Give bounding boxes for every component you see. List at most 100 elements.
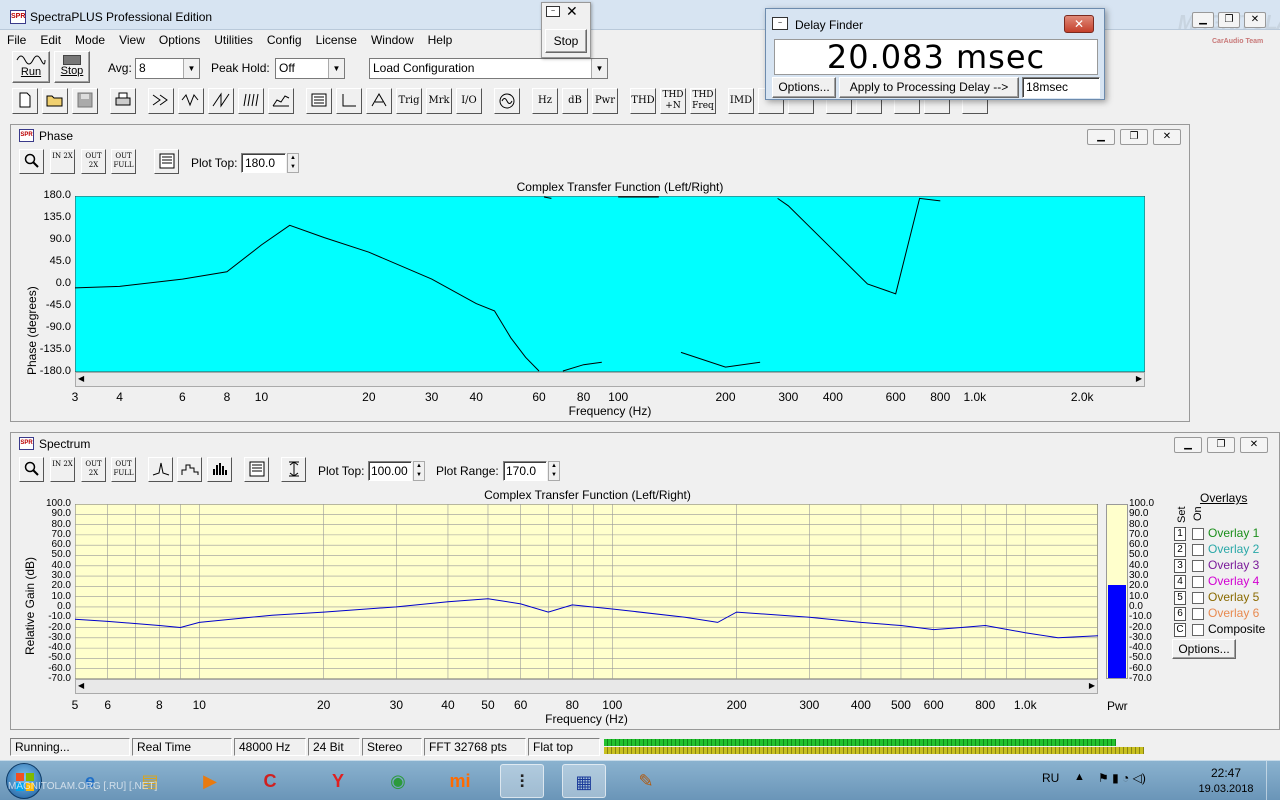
load-configuration-select[interactable]: Load Configuration ▼ [369,58,608,79]
close-button[interactable]: ✕ [1244,12,1266,28]
spectrum-minimize-button[interactable]: ▁ [1174,437,1202,453]
mi-icon[interactable]: mi [438,764,482,798]
chrome-icon[interactable]: ◉ [376,764,420,798]
language-indicator[interactable]: RU [1042,771,1059,785]
overlay-checkbox[interactable] [1192,528,1204,540]
overlay-set-button[interactable]: 2 [1174,543,1186,557]
delay-options-button[interactable]: Options... [772,77,836,98]
menu-config[interactable]: Config [260,30,309,50]
overlay-checkbox[interactable] [1192,544,1204,556]
plot-range-spinner[interactable]: ▲ ▼ [548,461,560,481]
yandex-icon[interactable]: Y [316,764,360,798]
overlay-set-button[interactable]: 3 [1174,559,1186,573]
io-button[interactable]: I/O [456,88,482,114]
apply-delay-button[interactable]: Apply to Processing Delay --> [839,77,1019,98]
overlay-checkbox[interactable] [1192,608,1204,620]
ramp-button[interactable] [208,88,234,114]
hz-button[interactable]: Hz [532,88,558,114]
delay-field[interactable]: 18msec [1022,77,1100,98]
thd-freq-button[interactable]: THD Freq [690,88,716,114]
maximize-button[interactable]: ❐ [1218,12,1240,28]
menu-window[interactable]: Window [364,30,421,50]
spectrum-zoom-full-button[interactable]: OUT FULL [111,457,136,482]
spectrum-plot-top-input[interactable]: 100.00 [368,461,412,481]
show-desktop-button[interactable] [1266,761,1280,800]
pwr-button[interactable]: Pwr [592,88,618,114]
config-button[interactable] [306,88,332,114]
close-icon[interactable]: ✕ [566,3,578,20]
mrk-button[interactable]: Mrk [426,88,452,114]
db-button[interactable]: dB [562,88,588,114]
waterfall-button[interactable] [238,88,264,114]
open-folder-button[interactable] [42,88,68,114]
overlay-set-button[interactable]: 4 [1174,575,1186,589]
step-mode-button[interactable] [177,457,202,482]
run-button[interactable]: Run [12,51,50,83]
scroll-left-icon[interactable]: ◀ [78,681,84,690]
thd-button[interactable]: THD [630,88,656,114]
spectrum-zoom-button[interactable] [19,457,44,482]
scroll-right-icon[interactable]: ▶ [1136,374,1142,383]
menu-file[interactable]: File [0,30,33,50]
menu-view[interactable]: View [112,30,152,50]
overlay-set-button[interactable]: 5 [1174,591,1186,605]
phase-plot-area[interactable] [75,196,1145,372]
overlay-checkbox[interactable] [1192,576,1204,588]
close-button[interactable]: ✕ [1064,15,1094,33]
mixer-icon[interactable]: ⫶ [500,764,544,798]
scroll-left-icon[interactable]: ◀ [78,374,84,383]
overlay-checkbox[interactable] [1192,560,1204,572]
tray-icons[interactable]: ⚑ ▮ ◔ ◁) [1098,771,1146,785]
fast-forward-button[interactable] [148,88,174,114]
phase-zoom-button[interactable] [19,149,44,174]
media-player-icon[interactable]: ▶ [188,764,232,798]
phase-scrollbar[interactable]: ◀ ▶ [75,372,1145,387]
spectrogram-button[interactable] [268,88,294,114]
phase-close-button[interactable]: ✕ [1153,129,1181,145]
clock-time[interactable]: 22:47 [1196,766,1256,780]
spectrum-zoom-in-button[interactable]: IN 2X [50,457,75,482]
scroll-right-icon[interactable]: ▶ [1089,681,1095,690]
print-button[interactable] [110,88,136,114]
phase-minimize-button[interactable]: ▁ [1087,129,1115,145]
phase-plot-top-input[interactable]: 180.0 [241,153,286,173]
line-mode-button[interactable] [148,457,173,482]
overlay-options-button[interactable]: Options... [1172,639,1236,659]
scale-button[interactable] [281,457,306,482]
phase-plot-top-spinner[interactable]: ▲ ▼ [287,153,299,173]
tray-expand-icon[interactable]: ▲ [1074,771,1085,783]
overlay-checkbox[interactable] [1192,624,1204,636]
wave-edit-button[interactable] [178,88,204,114]
overlay-set-button[interactable]: 1 [1174,527,1186,541]
spectrum-maximize-button[interactable]: ❐ [1207,437,1235,453]
ccleaner-icon[interactable]: C [248,764,292,798]
peak-hold-select[interactable]: Off ▼ [275,58,345,79]
phase-zoom-in-button[interactable]: IN 2X [50,149,75,174]
phase-maximize-button[interactable]: ❐ [1120,129,1148,145]
imd-button[interactable]: IMD [728,88,754,114]
overlay-set-button[interactable]: 6 [1174,607,1186,621]
spectrum-plot-top-spinner[interactable]: ▲ ▼ [413,461,425,481]
spectrum-config-button[interactable] [244,457,269,482]
phase-zoom-out-button[interactable]: OUT 2X [81,149,106,174]
spectrum-scrollbar[interactable]: ◀ ▶ [75,679,1098,694]
spectrum-plot-area[interactable] [75,504,1098,679]
phase-config-button[interactable] [154,149,179,174]
overlay-set-button[interactable]: C [1174,623,1186,637]
generator-button[interactable] [494,88,520,114]
calibration-button[interactable] [366,88,392,114]
scale-button[interactable] [336,88,362,114]
phase-zoom-full-button[interactable]: OUT FULL [111,149,136,174]
bar-mode-button[interactable] [207,457,232,482]
menu-edit[interactable]: Edit [33,30,68,50]
spectrum-zoom-out-button[interactable]: OUT 2X [81,457,106,482]
save-button[interactable] [72,88,98,114]
spectraplus-taskbar-icon[interactable]: ▦ [562,764,606,798]
overlay-checkbox[interactable] [1192,592,1204,604]
stop-button[interactable]: Stop [54,51,90,83]
stop-popup-button[interactable]: Stop [545,29,587,53]
menu-mode[interactable]: Mode [68,30,112,50]
menu-options[interactable]: Options [152,30,207,50]
minimize-button[interactable]: ▁ [1192,12,1214,28]
new-file-button[interactable] [12,88,38,114]
